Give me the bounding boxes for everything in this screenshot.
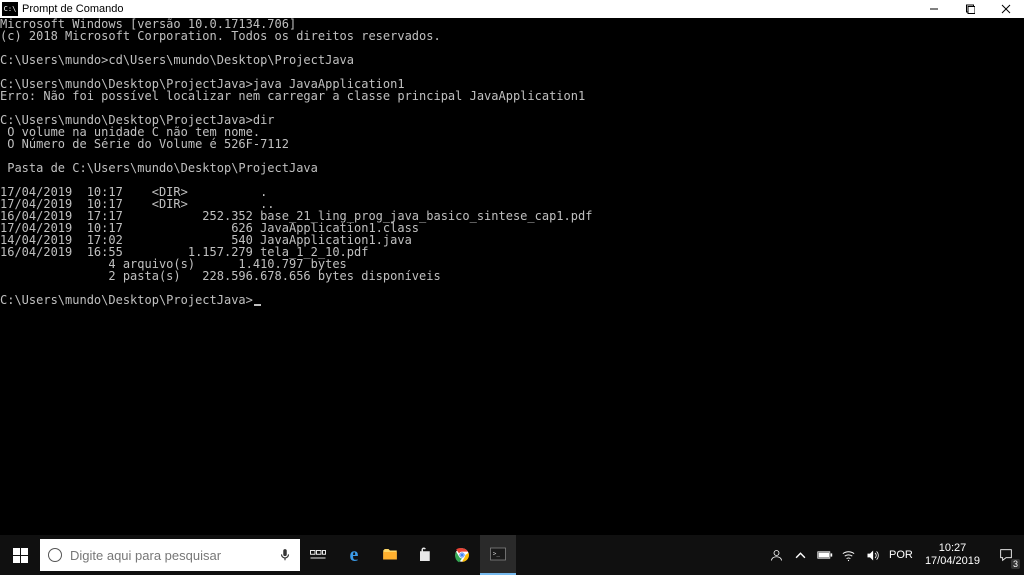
tray-language[interactable]: POR	[885, 535, 917, 575]
terminal-line: 2 pasta(s) 228.596.678.656 bytes disponí…	[0, 270, 1024, 282]
tray-battery-icon[interactable]	[813, 535, 837, 575]
search-input[interactable]: Digite aqui para pesquisar	[40, 539, 300, 571]
terminal-line: O Número de Série do Volume é 526F-7112	[0, 138, 1024, 150]
task-view-button[interactable]	[300, 535, 336, 575]
tray-clock[interactable]: 10:27 17/04/2019	[917, 542, 988, 568]
taskbar: Digite aqui para pesquisar e >_ POR	[0, 535, 1024, 575]
terminal-line: Pasta de C:\Users\mundo\Desktop\ProjectJ…	[0, 162, 1024, 174]
shopping-bag-icon	[417, 546, 435, 564]
windows-logo-icon	[13, 548, 28, 563]
tray-date: 17/04/2019	[925, 555, 980, 568]
maximize-button[interactable]	[952, 0, 988, 18]
folder-icon	[381, 546, 399, 564]
edge-app-icon[interactable]: e	[336, 535, 372, 575]
tray-notifications-icon[interactable]: 3	[988, 535, 1024, 575]
terminal-line: C:\Users\mundo>cd\Users\mundo\Desktop\Pr…	[0, 54, 1024, 66]
system-tray: POR 10:27 17/04/2019 3	[765, 535, 1024, 575]
chrome-app-icon[interactable]	[444, 535, 480, 575]
window-titlebar: C:\ Prompt de Comando	[0, 0, 1024, 18]
chrome-icon	[453, 546, 471, 564]
cmd-icon: C:\	[2, 2, 18, 16]
close-button[interactable]	[988, 0, 1024, 18]
minimize-button[interactable]	[916, 0, 952, 18]
cursor	[254, 304, 261, 306]
window-controls	[916, 0, 1024, 18]
tray-volume-icon[interactable]	[861, 535, 885, 575]
store-app-icon[interactable]	[408, 535, 444, 575]
cmd-app-icon[interactable]: >_	[480, 535, 516, 575]
terminal-line: (c) 2018 Microsoft Corporation. Todos os…	[0, 30, 1024, 42]
microphone-icon[interactable]	[278, 548, 292, 562]
terminal-line: Erro: Não foi possível localizar nem car…	[0, 90, 1024, 102]
file-explorer-app-icon[interactable]	[372, 535, 408, 575]
tray-time: 10:27	[925, 542, 980, 555]
notification-badge: 3	[1011, 559, 1020, 569]
tray-chevron-up-icon[interactable]	[789, 535, 813, 575]
tray-people-icon[interactable]	[765, 535, 789, 575]
terminal-icon: >_	[489, 545, 507, 563]
cortana-circle-icon	[48, 548, 62, 562]
start-button[interactable]	[0, 535, 40, 575]
tray-wifi-icon[interactable]	[837, 535, 861, 575]
edge-icon: e	[350, 544, 359, 567]
window-title: Prompt de Comando	[22, 3, 916, 15]
terminal-output[interactable]: Microsoft Windows [versão 10.0.17134.706…	[0, 18, 1024, 306]
svg-text:>_: >_	[493, 551, 501, 558]
terminal-line: C:\Users\mundo\Desktop\ProjectJava>	[0, 294, 1024, 306]
search-placeholder: Digite aqui para pesquisar	[70, 548, 272, 563]
